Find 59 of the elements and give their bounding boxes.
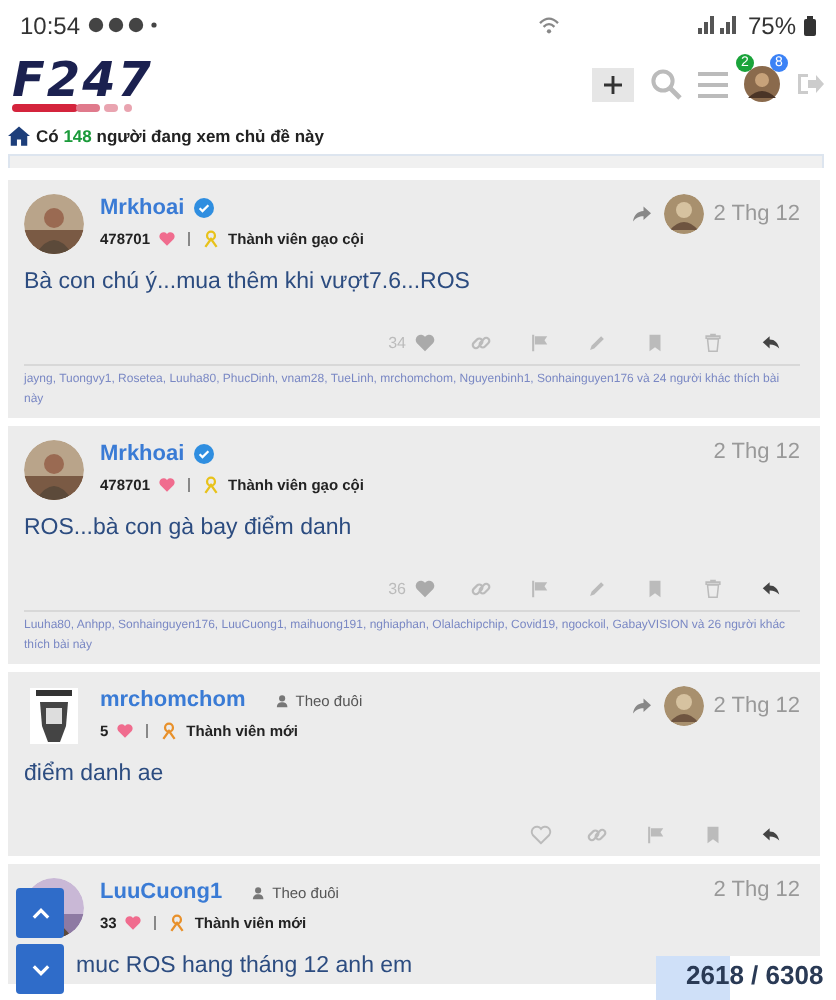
pencil-icon [586,332,608,354]
flag-icon [644,824,666,846]
scroll-up-button[interactable] [16,888,64,938]
viewers-text: Có 148 người đang xem chủ đề này [36,126,324,146]
post-date: 2 Thg 12 [713,694,800,718]
battery-icon [804,15,816,35]
heart-icon [158,476,177,494]
plus-icon [604,75,622,93]
post-text: điểm danh ae [24,762,164,786]
logout-icon[interactable] [796,72,824,96]
heart-icon [124,914,143,932]
notification-icons [88,16,161,34]
post-text: ROS...bà con gà bay điểm danh [24,516,352,540]
heart-icon [116,722,135,740]
trash-icon [702,578,724,600]
author-name[interactable]: Mrkhoai [100,196,185,220]
heart-icon [414,578,436,600]
clock: 10:54 [20,11,81,39]
post-date: 2 Thg 12 [713,878,800,902]
post-date: 2 Thg 12 [713,440,800,464]
reply-icon [760,824,782,846]
home-icon[interactable] [8,126,30,146]
pencil-icon [586,578,608,600]
heart-icon [530,824,552,846]
bookmark-icon [644,578,666,600]
avatar-drawing [28,686,80,746]
bookmark-icon [644,332,666,354]
author-name[interactable]: Mrkhoai [100,442,185,466]
link-icon [470,578,492,600]
heart-icon [158,230,177,248]
scroll-down-button[interactable] [16,944,64,994]
signal-icon [695,15,740,35]
flag-icon [528,578,550,600]
battery-level: 75% [747,11,796,39]
author-name[interactable]: mrchomchom [100,688,246,712]
bookmark-icon [702,824,724,846]
flag-icon [528,332,550,354]
new-post-button[interactable] [592,67,634,101]
reply-icon [760,578,782,600]
chevron-down-icon [31,963,49,975]
trash-icon [702,332,724,354]
progress-reading: 2618 / 6308 [686,958,824,994]
share-icon [629,202,654,226]
person-icon [252,885,267,899]
post-text: muc ROS hang tháng 12 anh em [76,954,413,978]
reply-icon [760,332,782,354]
share-icon [629,694,654,718]
wifi-icon [537,16,560,34]
search-icon[interactable] [650,68,682,100]
post-text: Bà con chú ý...mua thêm khi vượt7.6...ROS [24,270,470,294]
menu-icon[interactable] [698,71,728,97]
heart-icon [414,332,436,354]
author-name[interactable]: LuuCuong1 [100,880,223,904]
link-icon [586,824,608,846]
link-icon [470,332,492,354]
site-logo[interactable]: F247 [12,57,153,111]
chevron-up-icon [31,907,49,919]
person-icon [275,693,290,707]
post-date: 2 Thg 12 [713,202,800,226]
